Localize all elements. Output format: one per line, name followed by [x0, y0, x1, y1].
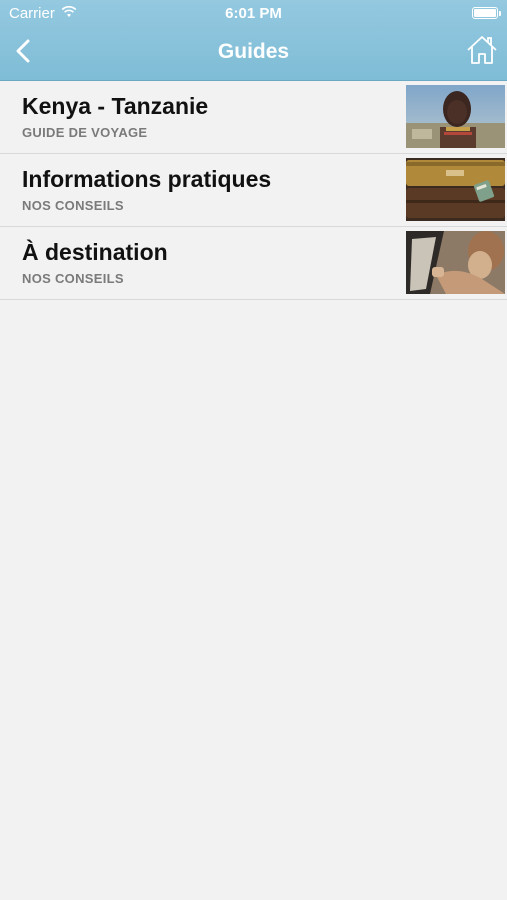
guides-list: Kenya - Tanzanie GUIDE DE VOYAGE Informa…: [0, 81, 507, 300]
guide-subtitle: NOS CONSEILS: [22, 198, 124, 213]
portrait-photo: [406, 85, 505, 148]
home-button[interactable]: [465, 34, 499, 70]
guide-title: Kenya - Tanzanie: [22, 93, 209, 119]
battery-icon: [472, 7, 501, 19]
top-bar: Carrier 6:01 PM Guides: [0, 0, 507, 81]
list-item[interactable]: Informations pratiques NOS CONSEILS: [0, 154, 507, 227]
status-bar: Carrier 6:01 PM: [0, 0, 507, 28]
car-window-photo: [406, 231, 505, 294]
guide-title: À destination: [22, 239, 168, 265]
clock: 6:01 PM: [225, 5, 282, 22]
guide-title: Informations pratiques: [22, 166, 272, 192]
navigation-bar: Guides: [0, 28, 507, 80]
list-item[interactable]: Kenya - Tanzanie GUIDE DE VOYAGE: [0, 81, 507, 154]
guide-subtitle: GUIDE DE VOYAGE: [22, 125, 148, 140]
home-icon: [466, 35, 498, 70]
suitcases-photo: [406, 158, 505, 221]
guide-subtitle: NOS CONSEILS: [22, 271, 124, 286]
list-item[interactable]: À destination NOS CONSEILS: [0, 227, 507, 300]
page-title: Guides: [217, 40, 290, 63]
